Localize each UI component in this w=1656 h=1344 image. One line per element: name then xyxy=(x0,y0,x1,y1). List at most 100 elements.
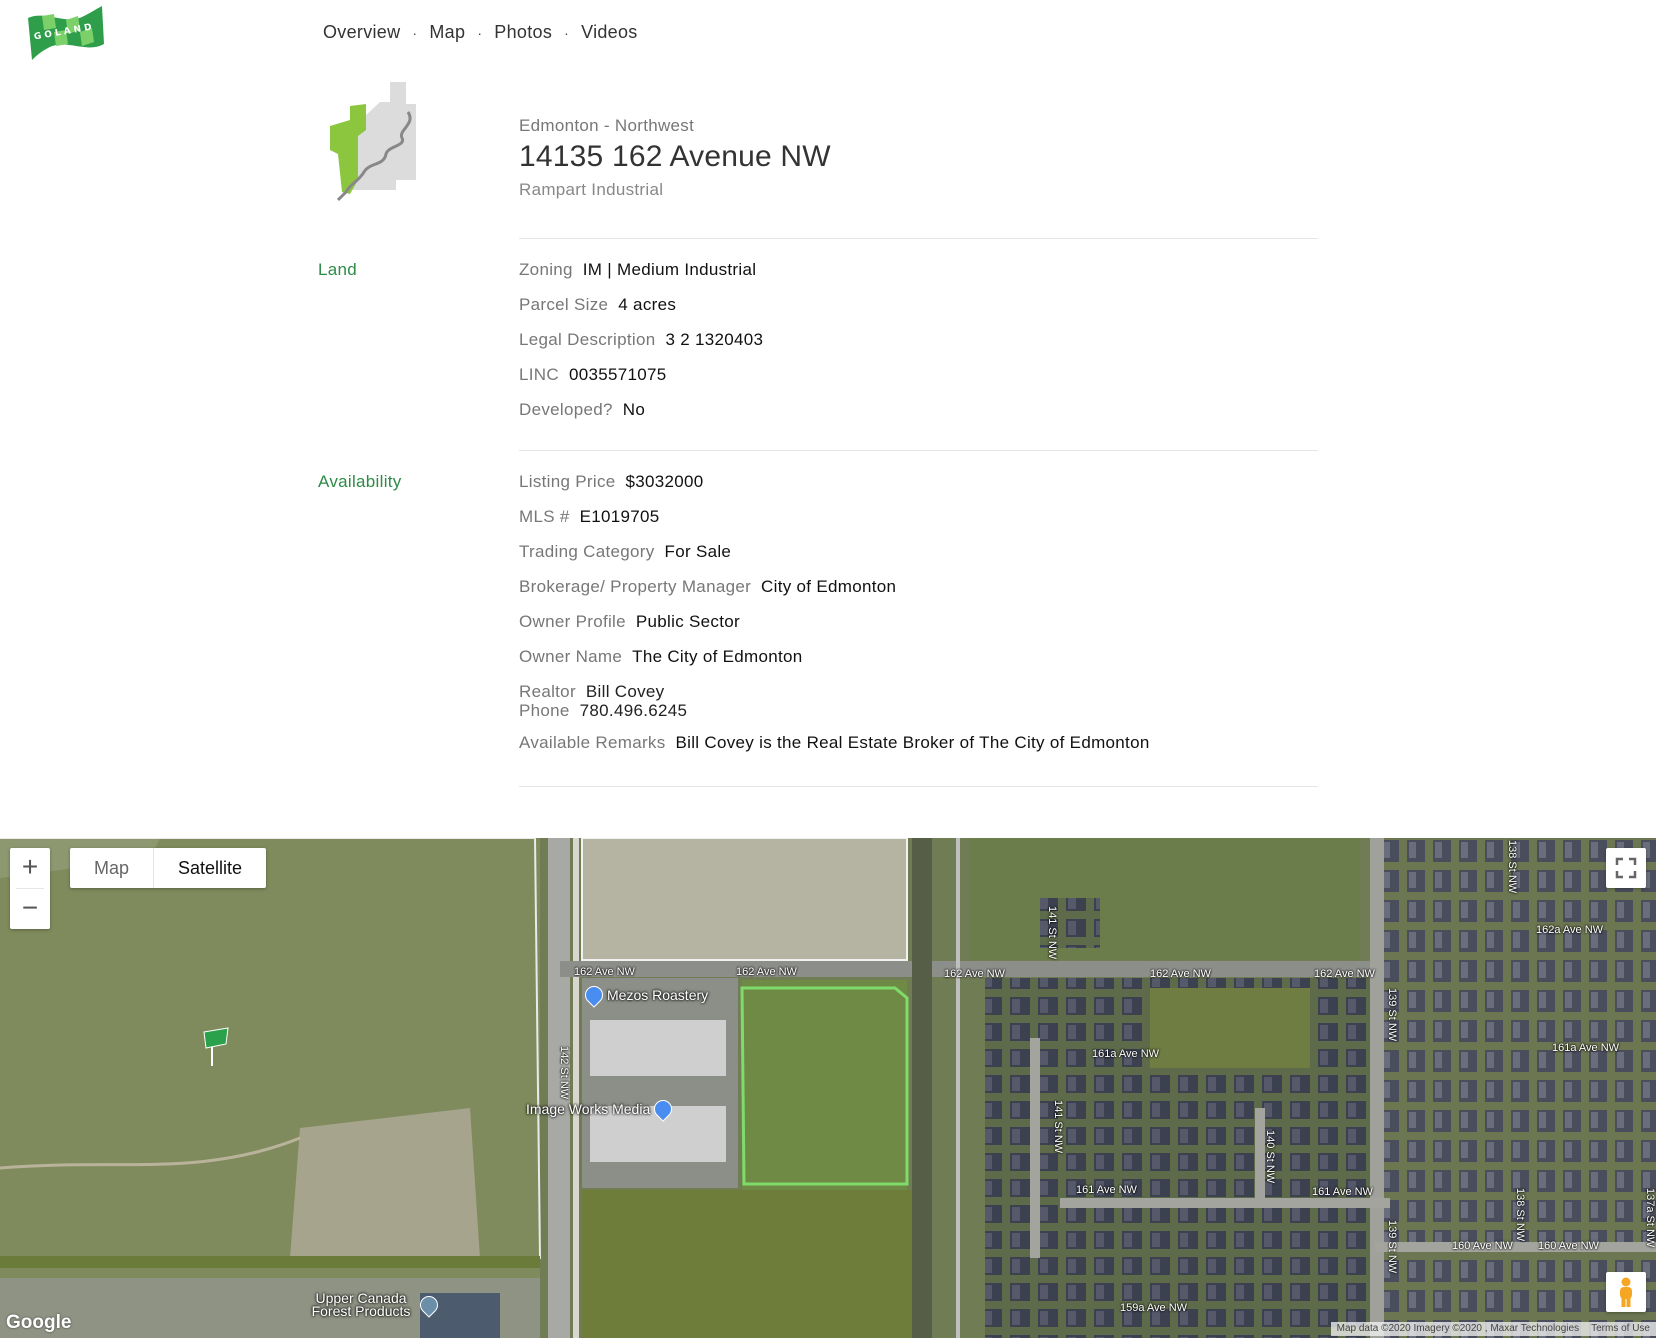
field-trading-category: Trading Category For Sale xyxy=(519,534,1150,569)
field-key: Zoning xyxy=(519,260,573,279)
field-key: Legal Description xyxy=(519,330,656,349)
field-value: 780.496.6245 xyxy=(579,701,688,720)
zoom-control: + − xyxy=(10,848,50,929)
field-parcel-size: Parcel Size 4 acres xyxy=(519,287,763,322)
place-pin-icon xyxy=(650,1096,676,1122)
field-key: Realtor xyxy=(519,682,576,701)
terms-of-use-link[interactable]: Terms of Use xyxy=(1591,1322,1650,1336)
street-label: 139 St NW xyxy=(1386,1220,1398,1274)
nav-separator: · xyxy=(477,24,483,41)
divider xyxy=(519,450,1318,451)
street-label: 138 St NW xyxy=(1514,1188,1526,1242)
field-value: No xyxy=(622,400,646,419)
street-label: 160 Ave NW xyxy=(1538,1240,1599,1252)
street-label: 162a Ave NW xyxy=(1536,924,1604,936)
street-label: 162 Ave NW xyxy=(1150,968,1211,980)
street-label: 139 St NW xyxy=(1386,988,1398,1042)
poi-upper-canada-forest-products[interactable]: Upper Canada Forest Products xyxy=(306,1291,442,1318)
field-value: E1019705 xyxy=(579,507,660,526)
divider xyxy=(519,786,1318,787)
listing-neighbourhood: Rampart Industrial xyxy=(519,180,664,199)
nav-overview[interactable]: Overview xyxy=(323,22,400,43)
field-key: Phone xyxy=(519,701,570,720)
street-label: 137a St NW xyxy=(1644,1188,1656,1248)
nav-map[interactable]: Map xyxy=(429,22,465,43)
nav-videos[interactable]: Videos xyxy=(581,22,638,43)
street-label: 162 Ave NW xyxy=(736,966,797,978)
land-section-label: Land xyxy=(318,260,358,279)
street-label: 138 St NW xyxy=(1506,840,1518,894)
street-label: 161a Ave NW xyxy=(1552,1042,1620,1054)
field-key: Available Remarks xyxy=(519,733,666,752)
street-label: 141 St NW xyxy=(1046,906,1058,960)
field-available-remarks: Available Remarks Bill Covey is the Real … xyxy=(519,725,1150,760)
nav-separator: · xyxy=(564,24,570,41)
zoom-out-button[interactable]: − xyxy=(10,889,50,929)
street-label: 159a Ave NW xyxy=(1120,1302,1188,1314)
fullscreen-button[interactable] xyxy=(1606,848,1646,888)
field-value: For Sale xyxy=(664,542,732,561)
availability-fields: Listing Price $3032000 MLS # E1019705 Trad… xyxy=(519,464,1150,760)
map-type-control: Map Satellite xyxy=(70,848,267,888)
field-value: IM | Medium Industrial xyxy=(582,260,757,279)
field-key: Owner Name xyxy=(519,647,623,666)
field-key: Trading Category xyxy=(519,542,655,561)
poi-mezos-roastery[interactable]: Mezos Roastery xyxy=(581,982,708,1008)
listing-address: 14135 162 Avenue NW xyxy=(519,140,831,173)
place-pin-icon xyxy=(581,982,607,1008)
field-key: MLS # xyxy=(519,507,570,526)
map-type-satellite-button[interactable]: Satellite xyxy=(154,848,266,888)
region-locator-map xyxy=(330,82,416,202)
field-value: Public Sector xyxy=(635,612,740,631)
field-owner-profile: Owner Profile Public Sector xyxy=(519,604,1150,639)
realtor-block: Realtor Bill Covey Phone 780.496.6245 xyxy=(519,674,1150,725)
field-owner-name: Owner Name The City of Edmonton xyxy=(519,639,1150,674)
fullscreen-icon xyxy=(1615,857,1637,879)
field-key: Owner Profile xyxy=(519,612,626,631)
street-label: 162 Ave NW xyxy=(574,966,635,978)
field-value: Bill Covey is the Real Estate Broker of … xyxy=(675,733,1150,752)
field-phone: Phone 780.496.6245 xyxy=(519,701,1150,720)
map-attribution: Map data ©2020 Imagery ©2020 , Maxar Tec… xyxy=(1330,1322,1656,1336)
field-value: 3 2 1320403 xyxy=(665,330,764,349)
land-fields: Zoning IM | Medium Industrial Parcel Size… xyxy=(519,252,763,427)
place-pin-icon xyxy=(416,1292,442,1318)
street-label: 160 Ave NW xyxy=(1452,1240,1513,1252)
field-value: 0035571075 xyxy=(568,365,667,384)
field-key: Developed? xyxy=(519,400,613,419)
field-value: Bill Covey xyxy=(585,682,665,701)
field-value: $3032000 xyxy=(625,472,704,491)
golandsolo-logo[interactable]: G O L A N D xyxy=(26,4,106,62)
nav-photos[interactable]: Photos xyxy=(494,22,552,43)
map-type-map-button[interactable]: Map xyxy=(70,848,155,888)
listing-region: Edmonton - Northwest xyxy=(519,116,695,135)
zoom-in-button[interactable]: + xyxy=(10,848,50,888)
street-label: 142 St NW xyxy=(558,1046,570,1100)
street-label: 162 Ave NW xyxy=(1314,968,1375,980)
street-label: 161a Ave NW xyxy=(1092,1048,1160,1060)
street-label: 140 St NW xyxy=(1264,1130,1276,1184)
poi-image-works-media[interactable]: Image Works Media xyxy=(526,1096,676,1122)
street-label: 162 Ave NW xyxy=(944,968,1005,980)
field-value: City of Edmonton xyxy=(761,577,897,596)
field-key: Parcel Size xyxy=(519,295,609,314)
availability-section-label: Availability xyxy=(318,472,402,491)
field-key: Listing Price xyxy=(519,472,616,491)
field-key: Brokerage/ Property Manager xyxy=(519,577,752,596)
street-label: 161 Ave NW xyxy=(1076,1184,1137,1196)
field-zoning: Zoning IM | Medium Industrial xyxy=(519,252,763,287)
field-key: LINC xyxy=(519,365,559,384)
field-mls: MLS # E1019705 xyxy=(519,499,1150,534)
field-developed: Developed? No xyxy=(519,392,763,427)
field-linc: LINC 0035571075 xyxy=(519,357,763,392)
top-nav: Overview · Map · Photos · Videos xyxy=(323,22,638,43)
field-legal-description: Legal Description 3 2 1320403 xyxy=(519,322,763,357)
listing-header: Edmonton - Northwest 14135 162 Avenue NW… xyxy=(519,116,831,200)
field-listing-price: Listing Price $3032000 xyxy=(519,464,1150,499)
satellite-map[interactable]: 162 Ave NW 162 Ave NW 162 Ave NW 162 Ave… xyxy=(0,838,1656,1338)
street-view-pegman-button[interactable] xyxy=(1606,1272,1646,1312)
pegman-icon xyxy=(1620,1277,1632,1307)
field-brokerage: Brokerage/ Property Manager City of Edmon… xyxy=(519,569,1150,604)
attribution-text: Map data ©2020 Imagery ©2020 , Maxar Tec… xyxy=(1336,1323,1580,1334)
field-realtor: Realtor Bill Covey xyxy=(519,682,1150,701)
